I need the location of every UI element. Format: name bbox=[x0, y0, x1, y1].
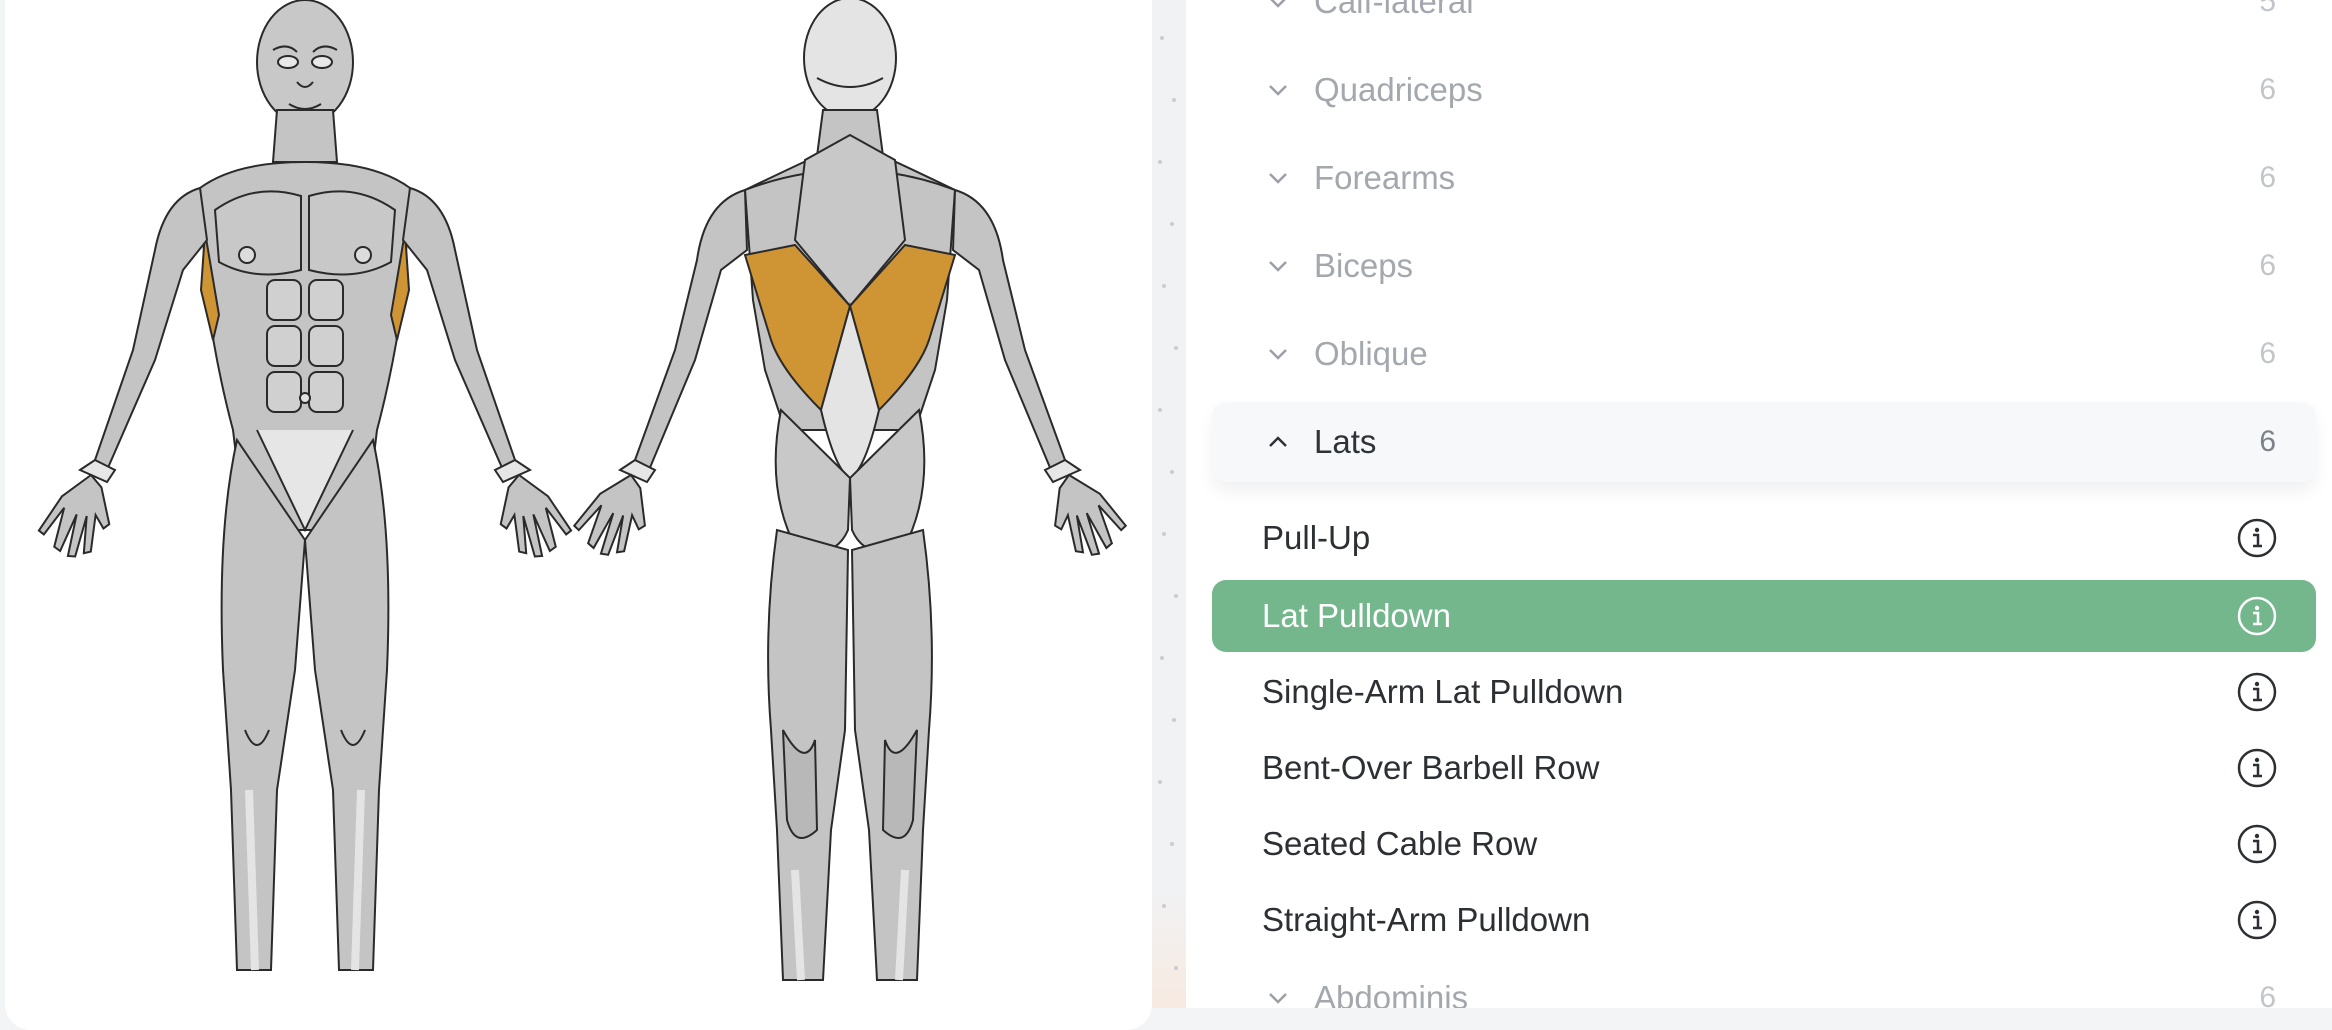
group-label: Forearms bbox=[1314, 159, 1456, 196]
front-arm-right bbox=[401, 186, 517, 472]
info-icon[interactable] bbox=[2236, 823, 2278, 865]
exercise-label: Single-Arm Lat Pulldown bbox=[1262, 673, 1624, 710]
muscle-group-list[interactable]: Calf-lateral 5 Quadriceps 6 Forearms 6 B… bbox=[1186, 0, 2332, 1008]
back-arm-right bbox=[951, 188, 1067, 472]
info-icon[interactable] bbox=[2236, 747, 2278, 789]
group-row-biceps[interactable]: Biceps 6 bbox=[1212, 226, 2316, 306]
group-count: 6 bbox=[2259, 161, 2276, 194]
panel-divider bbox=[1152, 0, 1186, 1008]
info-icon[interactable] bbox=[2236, 671, 2278, 713]
group-count: 6 bbox=[2259, 249, 2276, 282]
exercise-row-lat-pulldown[interactable]: Lat Pulldown bbox=[1212, 580, 2316, 652]
front-pec-left bbox=[213, 190, 302, 276]
chevron-down-icon bbox=[1269, 261, 1287, 272]
group-count: 6 bbox=[2259, 425, 2276, 458]
chevron-up-icon bbox=[1269, 436, 1287, 447]
exercise-label: Seated Cable Row bbox=[1262, 825, 1538, 862]
exercise-row-seated-cable-row[interactable]: Seated Cable Row bbox=[1212, 808, 2316, 880]
exercise-label: Lat Pulldown bbox=[1262, 597, 1451, 634]
group-count: 5 bbox=[2259, 0, 2276, 18]
group-label: Biceps bbox=[1314, 247, 1414, 284]
info-icon[interactable] bbox=[2236, 899, 2278, 941]
back-head bbox=[803, 0, 897, 119]
exercise-row-bent-over-barbell-row[interactable]: Bent-Over Barbell Row bbox=[1212, 732, 2316, 804]
exercise-row-pull-up[interactable]: Pull-Up bbox=[1212, 502, 2316, 574]
body-map-svg bbox=[33, 0, 1133, 981]
back-arm-left bbox=[633, 188, 749, 472]
group-row-abdominis[interactable]: Abdominis 6 bbox=[1212, 958, 2316, 1008]
group-count: 6 bbox=[2259, 337, 2276, 370]
info-icon[interactable] bbox=[2236, 517, 2278, 559]
group-label: Lats bbox=[1314, 423, 1377, 460]
front-neck bbox=[271, 109, 339, 163]
group-row-oblique[interactable]: Oblique 6 bbox=[1212, 314, 2316, 394]
chevron-down-icon bbox=[1269, 173, 1287, 184]
group-label: Oblique bbox=[1314, 335, 1428, 372]
chevron-down-icon bbox=[1270, 0, 1286, 8]
front-pec-right bbox=[308, 190, 397, 276]
exercise-label: Bent-Over Barbell Row bbox=[1262, 749, 1600, 786]
front-figure[interactable] bbox=[33, 0, 577, 971]
group-label: Calf-lateral bbox=[1314, 0, 1474, 20]
exercise-label: Straight-Arm Pulldown bbox=[1262, 901, 1591, 938]
exercise-row-single-arm-lat-pulldown[interactable]: Single-Arm Lat Pulldown bbox=[1212, 656, 2316, 728]
chevron-down-icon bbox=[1269, 993, 1287, 1004]
front-arm-left bbox=[93, 186, 209, 472]
group-row-quadriceps[interactable]: Quadriceps 6 bbox=[1212, 50, 2316, 130]
group-row-calf-lateral[interactable]: Calf-lateral 5 bbox=[1212, 0, 2316, 42]
group-label: Quadriceps bbox=[1314, 71, 1483, 108]
chevron-down-icon bbox=[1269, 349, 1287, 360]
chevron-down-icon bbox=[1269, 85, 1287, 96]
exercise-label: Pull-Up bbox=[1262, 519, 1371, 556]
group-row-lats[interactable]: Lats 6 bbox=[1212, 402, 2316, 482]
group-count: 6 bbox=[2259, 73, 2276, 106]
body-map-panel bbox=[5, 0, 1152, 1030]
back-figure[interactable] bbox=[567, 0, 1133, 981]
group-count: 6 bbox=[2259, 981, 2276, 1008]
info-icon[interactable] bbox=[2236, 595, 2278, 637]
group-label: Abdominis bbox=[1314, 979, 1469, 1008]
front-head bbox=[256, 0, 354, 125]
group-row-forearms[interactable]: Forearms 6 bbox=[1212, 138, 2316, 218]
exercise-row-straight-arm-pulldown[interactable]: Straight-Arm Pulldown bbox=[1212, 884, 2316, 956]
